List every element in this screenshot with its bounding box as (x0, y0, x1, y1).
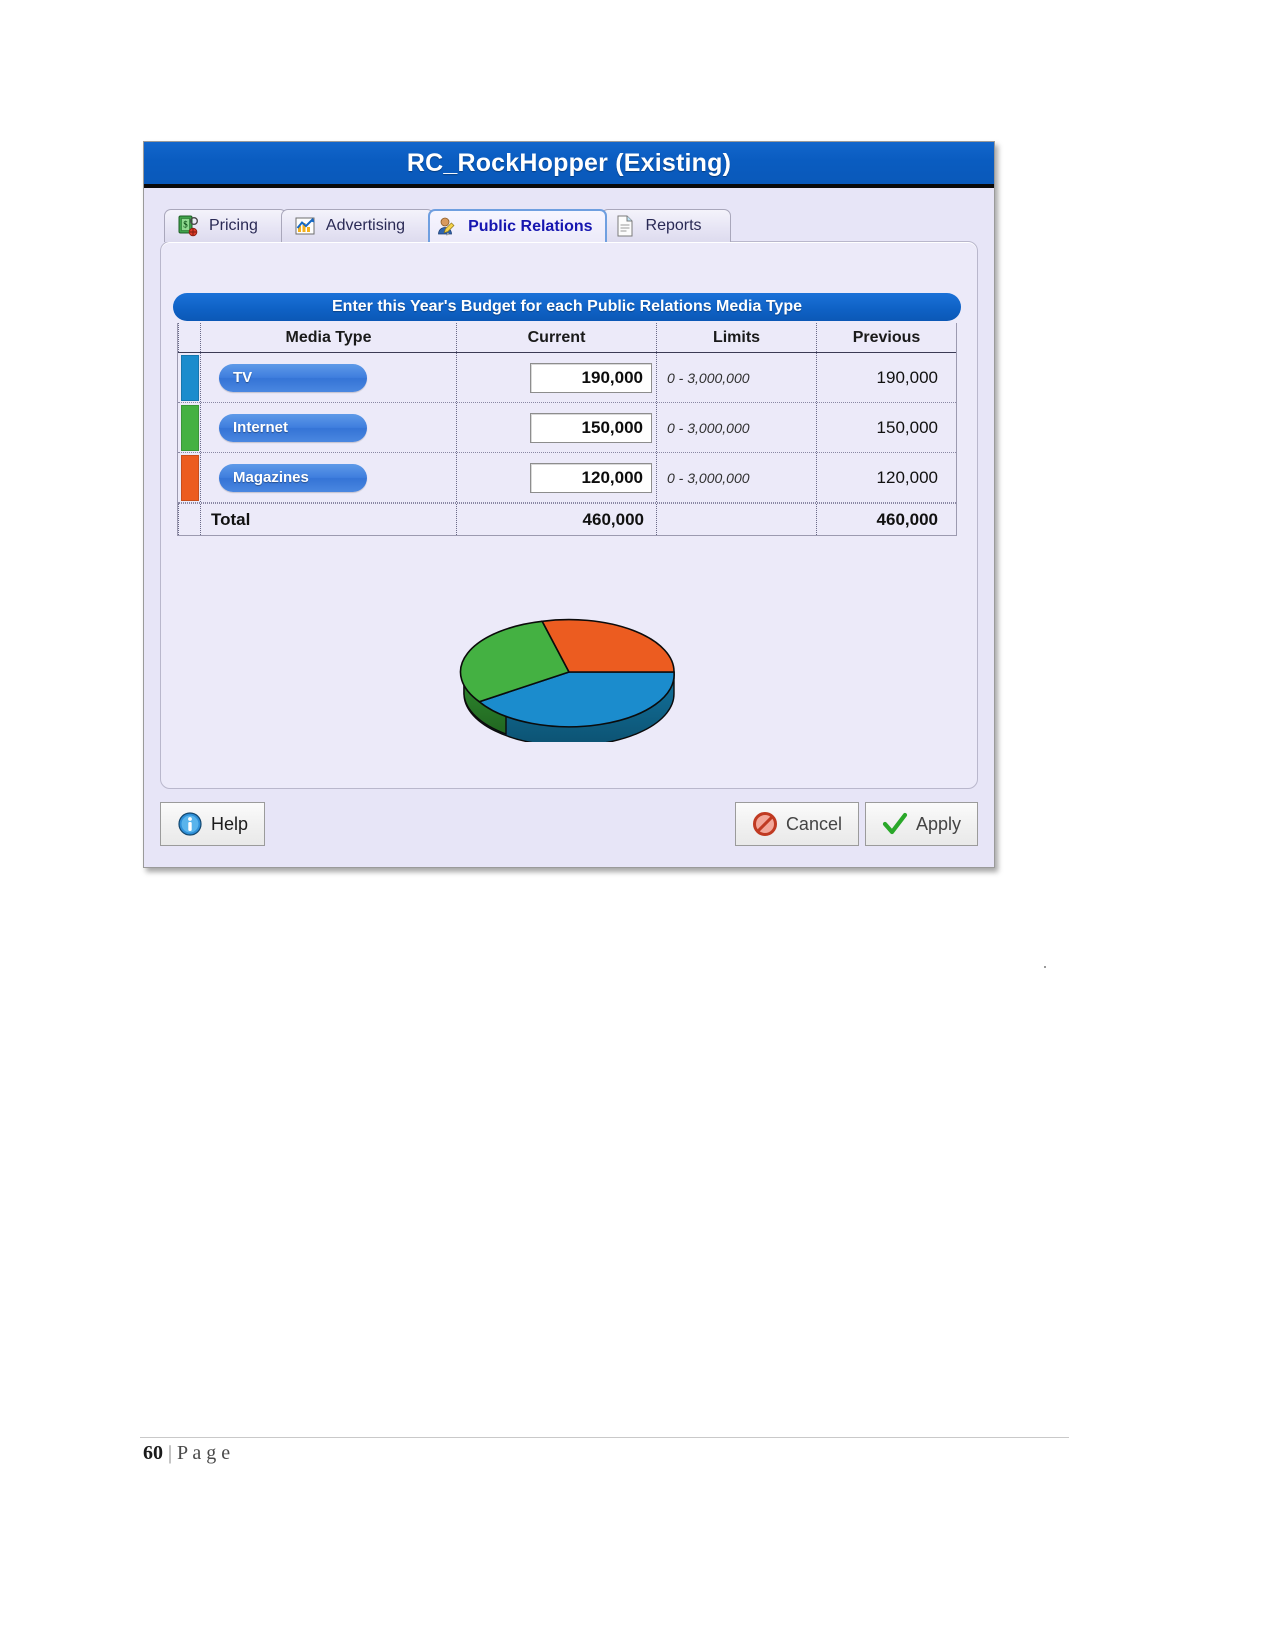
total-label: Total (211, 509, 251, 529)
previous-value: 150,000 (876, 417, 938, 437)
row-media-type: Internet (200, 403, 456, 452)
cancel-button-label: Cancel (785, 813, 842, 834)
svg-text:$: $ (183, 220, 188, 230)
no-entry-icon (752, 811, 778, 837)
media-type-pill[interactable]: Magazines (219, 463, 367, 492)
media-type-label: TV (233, 369, 253, 386)
media-type-pill[interactable]: TV (219, 363, 367, 392)
table-total-row: Total 460,000 460,000 (178, 503, 956, 535)
current-budget-input[interactable]: 120,000 (530, 462, 652, 493)
current-budget-input[interactable]: 190,000 (530, 362, 652, 393)
dialog-body: $ Pricing Advertising Public Relations R… (144, 188, 994, 861)
apply-button-label: Apply (915, 813, 961, 834)
help-button[interactable]: Help (160, 802, 266, 846)
total-previous: 460,000 (876, 509, 938, 529)
page-word: P a g e (177, 1442, 231, 1464)
tab-label: Advertising (325, 217, 406, 234)
total-swatch-spacer (178, 504, 200, 535)
budget-table: Media Type Current Limits Previous TV 19… (177, 323, 957, 536)
dialog-title: RC_RockHopper (Existing) (406, 148, 732, 177)
public-relations-panel: Enter this Year's Budget for each Public… (160, 241, 978, 789)
tab-label: Reports (645, 217, 702, 234)
row-color-swatch (178, 353, 200, 402)
table-header-row: Media Type Current Limits Previous (178, 323, 956, 353)
header-swatch-spacer (178, 323, 200, 352)
page-separator: | (163, 1442, 178, 1464)
page-number: 60 (143, 1442, 163, 1464)
previous-value: 120,000 (876, 467, 938, 487)
help-button-label: Help (211, 813, 249, 834)
total-current-cell: 460,000 (456, 504, 656, 535)
current-budget-input[interactable]: 150,000 (530, 412, 652, 443)
limits-label: 0 - 3,000,000 (667, 369, 750, 386)
tabstrip: $ Pricing Advertising Public Relations R… (160, 204, 978, 242)
row-media-type: Magazines (200, 453, 456, 502)
limits-label: 0 - 3,000,000 (667, 419, 750, 436)
tab-advertising[interactable]: Advertising (280, 209, 435, 242)
media-type-pill[interactable]: Internet (219, 413, 367, 442)
stray-mark (1044, 966, 1046, 968)
tab-reports[interactable]: Reports (600, 209, 731, 242)
checkmark-icon (882, 811, 908, 837)
rc-rockhopper-dialog: RC_RockHopper (Existing) $ Pricing Adver… (143, 141, 995, 868)
tab-label: Pricing (209, 217, 258, 234)
row-previous: 150,000 (816, 403, 956, 452)
dialog-titlebar: RC_RockHopper (Existing) (144, 142, 994, 188)
header-previous: Previous (816, 323, 956, 352)
row-previous: 190,000 (816, 353, 956, 402)
budget-pie-chart (161, 602, 977, 742)
cancel-button[interactable]: Cancel (734, 802, 859, 846)
previous-value: 190,000 (876, 367, 938, 387)
row-previous: 120,000 (816, 453, 956, 502)
table-row: Magazines 120,000 0 - 3,000,000 120,000 (178, 453, 956, 503)
bar-chart-icon (294, 214, 316, 238)
budget-banner-label: Enter this Year's Budget for each Public… (332, 298, 802, 315)
header-limits: Limits (656, 323, 816, 352)
row-limits: 0 - 3,000,000 (656, 353, 816, 402)
tab-pricing[interactable]: $ Pricing (164, 209, 287, 242)
table-row: Internet 150,000 0 - 3,000,000 150,000 (178, 403, 956, 453)
media-type-label: Internet (233, 419, 289, 436)
tab-label: Public Relations (468, 217, 593, 235)
document-icon (614, 214, 636, 238)
apply-button[interactable]: Apply (864, 802, 978, 846)
pie-chart-svg (459, 618, 675, 742)
tab-public-relations[interactable]: Public Relations (428, 209, 607, 242)
total-limits-cell (656, 504, 816, 535)
row-color-swatch (178, 453, 200, 502)
money-gear-icon: $ (177, 214, 199, 238)
header-current: Current (456, 323, 656, 352)
total-current: 460,000 (582, 509, 644, 529)
row-color-swatch (178, 403, 200, 452)
document-page: RC_RockHopper (Existing) $ Pricing Adver… (0, 0, 1275, 1650)
person-pencil-icon (436, 215, 458, 239)
budget-banner: Enter this Year's Budget for each Public… (173, 293, 961, 321)
row-limits: 0 - 3,000,000 (656, 403, 816, 452)
page-footer: 60 | P a g e (143, 1442, 230, 1465)
row-media-type: TV (200, 353, 456, 402)
row-current: 150,000 (456, 403, 656, 452)
dialog-button-bar: Help Cancel Apply (160, 801, 978, 847)
media-type-label: Magazines (233, 469, 309, 486)
row-limits: 0 - 3,000,000 (656, 453, 816, 502)
header-media-type: Media Type (200, 323, 456, 352)
row-current: 190,000 (456, 353, 656, 402)
info-icon (177, 811, 203, 837)
table-row: TV 190,000 0 - 3,000,000 190,000 (178, 353, 956, 403)
row-current: 120,000 (456, 453, 656, 502)
footer-divider (140, 1437, 1069, 1438)
limits-label: 0 - 3,000,000 (667, 469, 750, 486)
total-label-cell: Total (200, 504, 456, 535)
total-previous-cell: 460,000 (816, 504, 956, 535)
